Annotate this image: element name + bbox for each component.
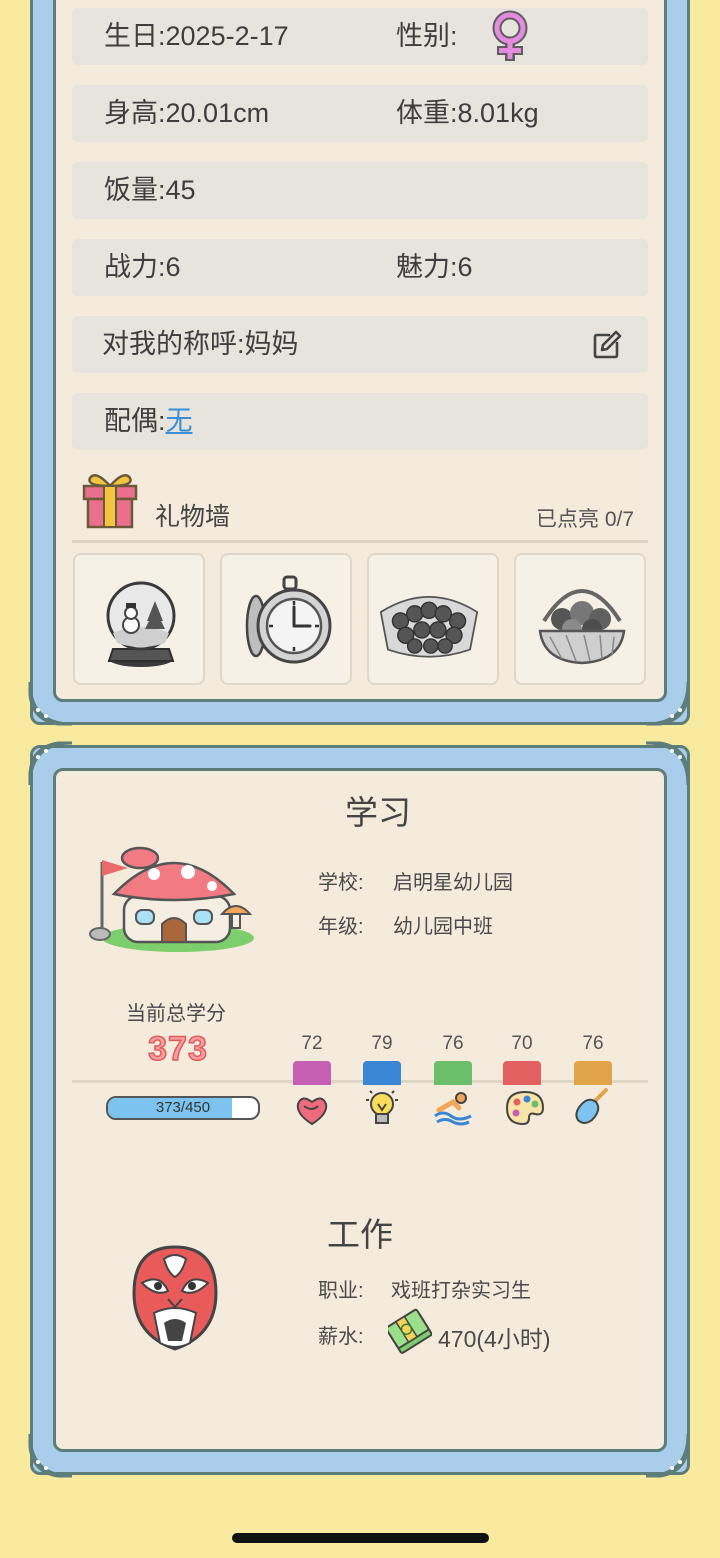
school-label: 学校:	[318, 872, 364, 894]
job-label: 职业:	[318, 1280, 364, 1302]
subject-score: 76	[582, 1033, 604, 1054]
work-title: 工作	[327, 1216, 393, 1253]
gift-slot-snow-globe[interactable]	[73, 553, 205, 685]
charm-label: 魅力:	[396, 252, 458, 282]
corner-ornament-icon	[28, 741, 73, 786]
spouse-row: 配偶:无	[72, 393, 648, 450]
birthday-label: 生日:	[104, 21, 166, 51]
appetite-row: 饭量:45	[72, 162, 648, 219]
birthday-gender-row: 生日:2025-2-17 性别:	[72, 8, 648, 65]
weight-label: 体重:	[396, 98, 458, 128]
palette-icon[interactable]	[505, 1090, 545, 1126]
appetite-value: 45	[165, 175, 196, 205]
combat-label: 战力:	[104, 252, 166, 282]
lightbulb-icon[interactable]	[364, 1088, 400, 1128]
mushroom-house-icon	[89, 846, 254, 952]
job-value: 戏班打杂实习生	[391, 1280, 531, 1302]
gift-slot-pocket-watch[interactable]	[220, 553, 352, 685]
subject-bar	[574, 1061, 612, 1085]
combat-value: 6	[165, 252, 181, 282]
corner-ornament-icon	[645, 741, 690, 786]
swimmer-icon[interactable]	[433, 1090, 473, 1126]
gender-label: 性别:	[396, 21, 458, 51]
pocket-watch-icon	[245, 575, 332, 664]
subject-3: 76	[433, 1033, 473, 1085]
subject-score: 76	[442, 1033, 464, 1054]
subject-score: 72	[301, 1033, 323, 1054]
callme-value: 妈妈	[244, 329, 299, 359]
appetite-label: 饭量:	[104, 175, 166, 205]
gift-box-icon	[82, 474, 138, 529]
edit-icon[interactable]	[591, 329, 623, 361]
height-weight-row: 身高:20.01cm 体重:8.01kg	[72, 85, 648, 142]
heart-icon[interactable]	[294, 1092, 330, 1128]
grade-label: 年级:	[318, 916, 364, 938]
subject-5: 76	[573, 1033, 613, 1085]
gift-slot-rose-bouquet[interactable]	[367, 553, 499, 685]
money-stack-icon	[388, 1308, 432, 1354]
female-symbol-icon	[492, 10, 528, 61]
gift-wall-divider	[72, 540, 648, 543]
credits-label: 当前总学分	[126, 1003, 226, 1025]
gift-slot-fruit-basket[interactable]	[514, 553, 646, 685]
subject-1: 72	[292, 1033, 332, 1085]
school-value: 启明星幼儿园	[393, 872, 513, 894]
subject-bar	[363, 1061, 401, 1085]
fruit-basket-icon	[538, 589, 626, 665]
gift-wall-title: 礼物墙	[155, 503, 231, 531]
opera-mask-icon	[132, 1245, 218, 1351]
corner-ornament-icon	[645, 1433, 690, 1478]
lit-label-text: 已点亮	[536, 508, 599, 531]
weight-value: 8.01kg	[457, 98, 539, 128]
subject-bar	[503, 1061, 541, 1085]
subjects-baseline	[72, 1080, 648, 1083]
snow-globe-icon	[106, 581, 176, 667]
subject-4: 70	[502, 1033, 542, 1085]
nickname-row: 对我的称呼:妈妈	[72, 316, 648, 373]
spouse-link[interactable]: 无	[166, 406, 193, 436]
study-title: 学习	[345, 794, 411, 831]
corner-ornament-icon	[645, 681, 690, 726]
credits-progress-bar: 373/450	[106, 1096, 260, 1120]
birthday-value: 2025-2-17	[165, 21, 289, 51]
callme-label: 对我的称呼:	[102, 329, 245, 359]
home-indicator[interactable]	[232, 1533, 489, 1543]
subject-score: 70	[511, 1033, 533, 1054]
height-value: 20.01cm	[165, 98, 270, 128]
gift-wall-lit-label: 已点亮 0/7	[536, 503, 634, 533]
shovel-icon[interactable]	[574, 1088, 610, 1128]
spouse-label: 配偶:	[104, 406, 166, 436]
subject-bar	[434, 1061, 472, 1085]
subject-bar	[293, 1061, 331, 1085]
credits-value: 373	[147, 1029, 208, 1069]
credits-progress-text: 373/450	[155, 1099, 211, 1116]
subject-2: 79	[362, 1033, 402, 1085]
rose-bouquet-icon	[379, 596, 479, 658]
grade-value: 幼儿园中班	[393, 916, 493, 938]
salary-label: 薪水:	[318, 1326, 364, 1348]
combat-charm-row: 战力:6 魅力:6	[72, 239, 648, 296]
lit-count: 0/7	[604, 508, 635, 531]
corner-ornament-icon	[28, 1433, 73, 1478]
height-label: 身高:	[104, 98, 166, 128]
subject-score: 79	[371, 1033, 393, 1054]
corner-ornament-icon	[28, 681, 73, 726]
salary-value: 470(4小时)	[438, 1326, 551, 1352]
charm-value: 6	[457, 252, 473, 282]
